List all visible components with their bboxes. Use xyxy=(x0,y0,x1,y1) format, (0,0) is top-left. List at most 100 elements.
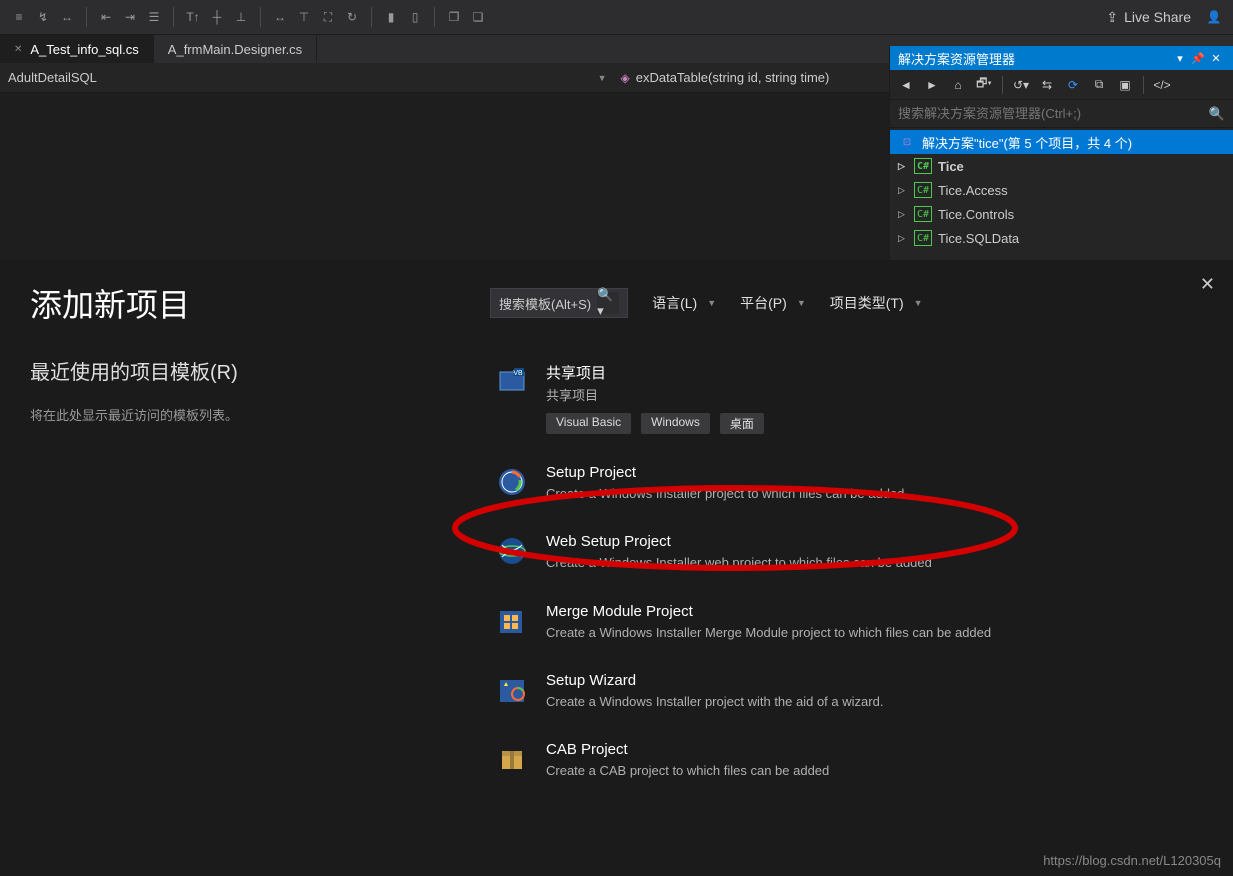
live-share-label: Live Share xyxy=(1124,9,1191,25)
watermark: https://blog.csdn.net/L120305q xyxy=(1043,853,1221,868)
pin-icon[interactable]: 📌 xyxy=(1189,52,1207,65)
home-icon[interactable]: ⌂ xyxy=(948,75,968,95)
tab-label: A_Test_info_sql.cs xyxy=(30,42,138,57)
csharp-project-icon: C# xyxy=(914,230,932,246)
merge-project-icon xyxy=(494,603,530,639)
project-node-tice-controls[interactable]: ▷ C# Tice.Controls xyxy=(890,202,1233,226)
back-icon[interactable]: ◄ xyxy=(896,75,916,95)
recent-templates-title: 最近使用的项目模板(R) xyxy=(30,356,450,385)
recent-templates-section: 最近使用的项目模板(R) 将在此处显示最近访问的模板列表。 xyxy=(30,356,450,786)
chevron-right-icon[interactable]: ▷ xyxy=(898,185,908,196)
search-icon[interactable]: 🔍 xyxy=(1209,106,1225,122)
template-item-setup-project[interactable]: Setup ProjectCreate a Windows Installer … xyxy=(490,458,1203,509)
solution-search-input[interactable] xyxy=(898,106,1209,121)
filter-label: 平台(P) xyxy=(740,293,787,313)
swap-icon[interactable]: ⇆ xyxy=(1037,75,1057,95)
share-icon: ⇪ xyxy=(1106,9,1118,26)
csharp-project-icon: C# xyxy=(914,158,932,174)
csharp-project-icon: C# xyxy=(914,182,932,198)
template-item-共享项目[interactable]: VB共享项目共享项目Visual BasicWindows桌面 xyxy=(490,356,1203,440)
dropdown-icon[interactable]: ▾ xyxy=(1171,52,1189,65)
template-desc: 共享项目 xyxy=(546,387,1199,405)
language-filter[interactable]: 语言(L) ▼ xyxy=(652,293,716,313)
spacing-v-icon[interactable]: ⊤ xyxy=(293,6,315,28)
spacing-h-icon[interactable]: ↔ xyxy=(269,6,291,28)
history-icon[interactable]: ↺▾ xyxy=(1011,75,1031,95)
template-item-cab-project[interactable]: CAB ProjectCreate a CAB project to which… xyxy=(490,735,1203,786)
template-tag: Windows xyxy=(641,413,710,434)
search-icon[interactable]: 🔍▾ xyxy=(597,292,619,314)
template-tag: 桌面 xyxy=(720,413,764,434)
text-mid-icon[interactable]: ┼ xyxy=(206,6,228,28)
sync-icon[interactable]: 🗗▾ xyxy=(974,75,994,95)
tab-a-frmmain-designer[interactable]: A_frmMain.Designer.cs xyxy=(154,35,317,63)
chevron-right-icon[interactable]: ▷ xyxy=(898,161,908,172)
solution-root-node[interactable]: ⊡ 解决方案"tice"(第 5 个项目，共 4 个) xyxy=(890,130,1233,154)
indent-right-icon[interactable]: ⇥ xyxy=(119,6,141,28)
expand-icon[interactable]: ⛶ xyxy=(317,6,339,28)
live-share-button[interactable]: ⇪ Live Share xyxy=(1106,9,1191,26)
project-node-tice[interactable]: ▷ C# Tice xyxy=(890,154,1233,178)
indent-left-icon[interactable]: ⇤ xyxy=(95,6,117,28)
chevron-down-icon: ▼ xyxy=(707,298,716,308)
slider-2-icon[interactable]: ▯ xyxy=(404,6,426,28)
template-desc: Create a Windows Installer project with … xyxy=(546,693,1199,711)
member-label: exDataTable(string id, string time) xyxy=(636,70,830,85)
project-node-tice-sqldata[interactable]: ▷ C# Tice.SQLData xyxy=(890,226,1233,250)
chevron-right-icon[interactable]: ▷ xyxy=(898,233,908,244)
template-search[interactable]: 搜索模板(Alt+S) 🔍▾ xyxy=(490,288,628,318)
setup-project-icon xyxy=(494,464,530,500)
solution-search[interactable]: 🔍 xyxy=(890,100,1233,128)
template-item-setup-wizard[interactable]: Setup Wizard Create a Windows Installer p… xyxy=(490,666,1203,717)
tool-icon-2[interactable]: ↯ xyxy=(32,6,54,28)
project-type-filter[interactable]: 项目类型(T) ▼ xyxy=(830,293,923,313)
tool-icon-3[interactable]: ↔ xyxy=(56,6,78,28)
tool-icon-1[interactable]: ≡ xyxy=(8,6,30,28)
close-icon[interactable]: ✕ xyxy=(14,44,22,55)
dialog-close-button[interactable]: ✕ xyxy=(1200,274,1215,295)
solution-toolbar: ◄ ► ⌂ 🗗▾ ↺▾ ⇆ ⟳ ⧉ ▣ </> xyxy=(890,70,1233,100)
forward-icon[interactable]: ► xyxy=(922,75,942,95)
type-label: AdultDetailSQL xyxy=(8,70,97,85)
code-view-icon[interactable]: </> xyxy=(1152,75,1172,95)
template-search-placeholder: 搜索模板(Alt+S) xyxy=(499,294,591,313)
refresh-icon[interactable]: ↻ xyxy=(341,6,363,28)
tab-a-test-info-sql[interactable]: ✕ A_Test_info_sql.cs xyxy=(0,35,154,63)
template-item-merge-module-project[interactable]: Merge Module Project Create a Windows Ins… xyxy=(490,597,1203,648)
type-combo[interactable]: AdultDetailSQL ▼ xyxy=(8,70,613,85)
close-icon[interactable]: ✕ xyxy=(1207,52,1225,65)
chevron-down-icon: ▼ xyxy=(598,73,613,83)
dialog-title: 添加新项目 xyxy=(30,280,460,326)
template-title: Merge Module Project xyxy=(546,603,1199,620)
chevron-down-icon: ▼ xyxy=(914,298,923,308)
project-label: Tice.Controls xyxy=(938,207,1014,222)
user-icon[interactable]: 👤 xyxy=(1203,6,1225,28)
platform-filter[interactable]: 平台(P) ▼ xyxy=(740,293,806,313)
refresh-icon[interactable]: ⟳ xyxy=(1063,75,1083,95)
template-desc: Create a Windows Installer Merge Module … xyxy=(546,624,1199,642)
project-label: Tice xyxy=(938,159,964,174)
text-bot-icon[interactable]: ⊥ xyxy=(230,6,252,28)
solution-explorer-header: 解决方案资源管理器 ▾ 📌 ✕ xyxy=(890,46,1233,70)
template-desc: Create a Windows Installer project to wh… xyxy=(546,485,1199,503)
svg-text:VB: VB xyxy=(513,370,523,377)
template-item-web-setup-project[interactable]: Web Setup ProjectCreate a Windows Instal… xyxy=(490,527,1203,578)
chevron-right-icon[interactable]: ▷ xyxy=(898,209,908,220)
list-icon[interactable]: ☰ xyxy=(143,6,165,28)
slider-1-icon[interactable]: ▮ xyxy=(380,6,402,28)
recent-templates-empty: 将在此处显示最近访问的模板列表。 xyxy=(30,405,450,424)
web-project-icon xyxy=(494,533,530,569)
copy-icon[interactable]: ⧉ xyxy=(1089,75,1109,95)
template-title: CAB Project xyxy=(546,741,1199,758)
panel-title: 解决方案资源管理器 xyxy=(898,49,1015,68)
add-new-project-dialog: ✕ 添加新项目 搜索模板(Alt+S) 🔍▾ 语言(L) ▼ 平台(P) ▼ 项… xyxy=(0,260,1233,876)
main-toolbar: ≡ ↯ ↔ ⇤ ⇥ ☰ T↑ ┼ ⊥ ↔ ⊤ ⛶ ↻ ▮ ▯ ❐ ❏ ⇪ Liv… xyxy=(0,0,1233,35)
show-all-icon[interactable]: ▣ xyxy=(1115,75,1135,95)
template-list-section: VB共享项目共享项目Visual BasicWindows桌面Setup Pro… xyxy=(490,356,1203,786)
text-top-icon[interactable]: T↑ xyxy=(182,6,204,28)
wizard-project-icon xyxy=(494,672,530,708)
layer-front-icon[interactable]: ❐ xyxy=(443,6,465,28)
project-node-tice-access[interactable]: ▷ C# Tice.Access xyxy=(890,178,1233,202)
template-title: Setup Wizard xyxy=(546,672,1199,689)
layer-back-icon[interactable]: ❏ xyxy=(467,6,489,28)
